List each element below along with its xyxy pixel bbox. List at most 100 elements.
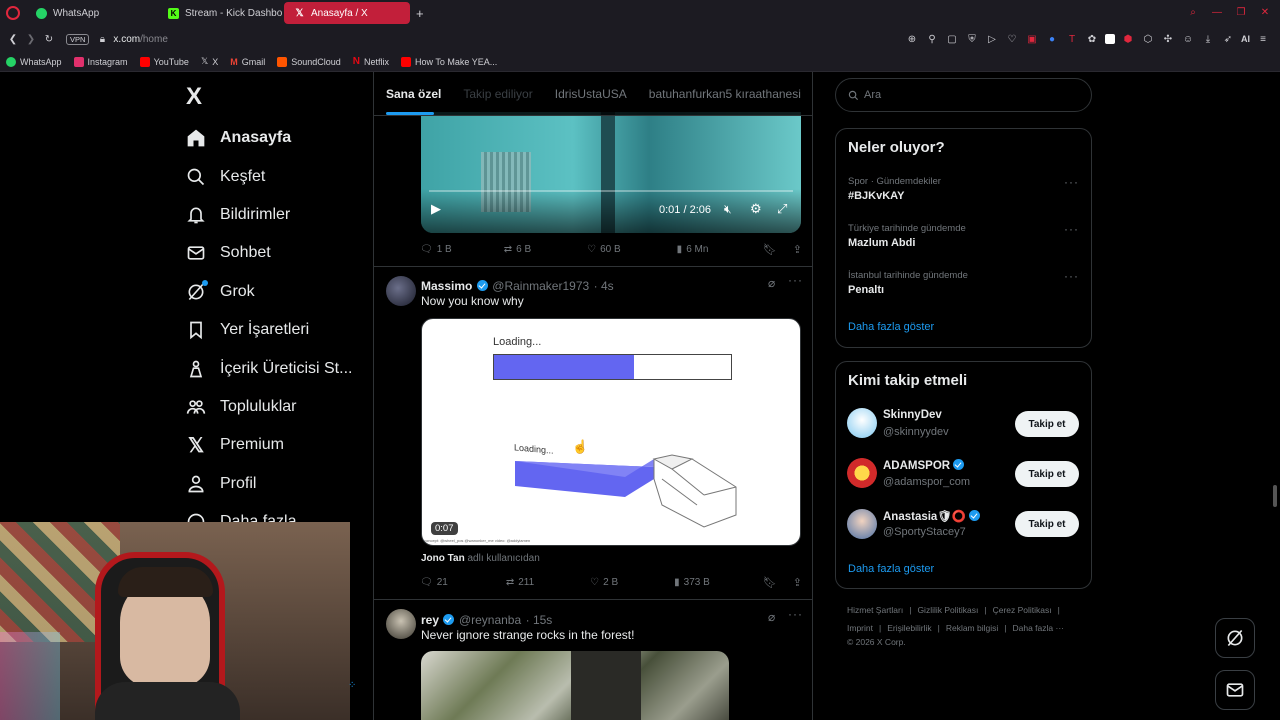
avatar[interactable] bbox=[847, 408, 877, 438]
tab-list-batuhan[interactable]: batuhanfurkan5 kıraathanesi bbox=[649, 87, 801, 101]
share-icon[interactable]: ⇪ bbox=[793, 243, 802, 256]
page-scrollbar[interactable] bbox=[1273, 485, 1277, 507]
grok-icon[interactable]: ⌀ bbox=[768, 276, 775, 290]
follow-button[interactable]: Takip et bbox=[1015, 511, 1079, 537]
forward-icon[interactable]: ❯ bbox=[24, 32, 38, 46]
avatar[interactable] bbox=[847, 509, 877, 539]
vpn-badge[interactable]: VPN bbox=[66, 33, 90, 45]
avatar[interactable] bbox=[386, 276, 416, 306]
suggestion-name[interactable]: SkinnyDev bbox=[883, 409, 942, 421]
tweet-rey[interactable]: rey @reynanba · 15s ⌀ ··· Never ignore s… bbox=[374, 600, 812, 720]
footer-link-accessibility[interactable]: Erişilebilirlik bbox=[887, 623, 931, 633]
bookmark-icon[interactable]: 🔖︎ bbox=[763, 576, 777, 589]
extension-ext-icon[interactable]: ⬡ bbox=[1141, 32, 1155, 46]
more-options-icon[interactable]: ··· bbox=[788, 607, 803, 621]
shield-icon[interactable]: ⛨ bbox=[965, 32, 979, 46]
tab-x-home[interactable]: 𝕏 Anasayfa / X bbox=[284, 2, 410, 24]
search-input[interactable]: Ara bbox=[864, 89, 881, 101]
footer-link-imprint[interactable]: Imprint bbox=[847, 623, 873, 633]
tweet-time[interactable]: · 4s bbox=[594, 279, 614, 293]
nav-creator-studio[interactable]: İçerik Üreticisi St... bbox=[185, 349, 365, 387]
share-icon[interactable]: ⇪ bbox=[793, 576, 802, 589]
views-button[interactable]: ▮ 6 Mn bbox=[677, 244, 709, 255]
nav-bookmarks[interactable]: Yer İşaretleri bbox=[185, 311, 365, 349]
snapshot-icon[interactable]: ▢ bbox=[945, 32, 959, 46]
extension-tp-icon[interactable]: T bbox=[1065, 32, 1079, 46]
follow-button[interactable]: Takip et bbox=[1015, 461, 1079, 487]
x-logo[interactable]: X bbox=[186, 83, 202, 111]
grok-float-button[interactable] bbox=[1215, 618, 1255, 658]
nav-home[interactable]: Anasayfa bbox=[185, 119, 365, 157]
ai-button[interactable]: AI bbox=[1241, 34, 1250, 44]
minimize-icon[interactable]: — bbox=[1210, 5, 1224, 19]
account-icon[interactable]: ☺ bbox=[1181, 32, 1195, 46]
suggestion-name[interactable]: Anastasia🛡⭕ bbox=[883, 509, 981, 523]
extension-blue-icon[interactable]: ● bbox=[1045, 32, 1059, 46]
play-icon[interactable]: ▷ bbox=[985, 32, 999, 46]
video-player[interactable]: ▶ 0:01 / 2:06 🔇︎ ⚙ ⤢ bbox=[421, 112, 801, 233]
footer-link-terms[interactable]: Hizmet Şartları bbox=[847, 605, 903, 615]
close-icon[interactable]: ✕ bbox=[1258, 5, 1272, 19]
bookmark-youtube-video[interactable]: How To Make YEA... bbox=[401, 56, 497, 67]
fullscreen-icon[interactable]: ⤢ bbox=[777, 201, 787, 217]
like-button[interactable]: ♡ 2 B bbox=[590, 577, 618, 588]
repost-button[interactable]: ⇄ 6 B bbox=[504, 244, 531, 255]
maximize-icon[interactable]: ❐ bbox=[1234, 5, 1248, 19]
repost-button[interactable]: ⇄ 211 bbox=[506, 577, 534, 588]
url-field[interactable]: x.com/home bbox=[113, 34, 167, 45]
tab-whatsapp[interactable]: WhatsApp bbox=[26, 2, 156, 24]
tweet-media[interactable]: Loading... Loading... ☝ concept: @wheel_… bbox=[421, 318, 801, 546]
tab-kick[interactable]: K Stream - Kick Dashboard bbox=[158, 2, 282, 24]
views-button[interactable]: ▮ 373 B bbox=[674, 577, 710, 588]
tweet-massimo[interactable]: Massimo @Rainmaker1973 · 4s ⌀ ··· Now yo… bbox=[374, 267, 812, 600]
opera-logo-icon[interactable] bbox=[6, 6, 20, 20]
new-tab-button[interactable]: + bbox=[416, 6, 424, 21]
zoom-icon[interactable]: ⊕ bbox=[905, 32, 919, 46]
tab-for-you[interactable]: Sana özel bbox=[386, 87, 441, 101]
menu-icon[interactable]: ≡ bbox=[1256, 32, 1270, 46]
more-options-icon[interactable]: ··· bbox=[1064, 269, 1079, 283]
bookmark-whatsapp[interactable]: WhatsApp bbox=[6, 56, 62, 67]
tweet-time[interactable]: · 15s bbox=[526, 613, 553, 627]
nav-grok[interactable]: Grok bbox=[185, 273, 365, 311]
attribution-name[interactable]: Jono Tan bbox=[421, 553, 465, 564]
bookmark-netflix[interactable]: N Netflix bbox=[353, 56, 389, 67]
like-button[interactable]: ♡ 60 B bbox=[587, 244, 621, 255]
messages-float-button[interactable] bbox=[1215, 670, 1255, 710]
tweet-media[interactable] bbox=[421, 651, 729, 720]
more-options-icon[interactable]: ··· bbox=[1064, 175, 1079, 189]
extension-abp-icon[interactable]: ⬢ bbox=[1121, 32, 1135, 46]
nav-notifications[interactable]: Bildirimler bbox=[185, 196, 365, 234]
settings-icon[interactable]: ⚙ bbox=[750, 201, 762, 217]
extension-owl-icon[interactable]: ✿ bbox=[1085, 32, 1099, 46]
back-icon[interactable]: ❮ bbox=[6, 32, 20, 46]
nav-communities[interactable]: Topluluklar bbox=[185, 388, 365, 426]
footer-link-cookies[interactable]: Çerez Politikası bbox=[993, 605, 1052, 615]
search-tabs-icon[interactable]: ⌕ bbox=[1186, 5, 1200, 19]
who-to-follow-show-more-link[interactable]: Daha fazla göster bbox=[848, 563, 934, 575]
bookmark-icon[interactable]: 🔖︎ bbox=[763, 243, 777, 256]
trends-show-more-link[interactable]: Daha fazla göster bbox=[848, 321, 934, 333]
heart-icon[interactable]: ♡ bbox=[1005, 32, 1019, 46]
author-name[interactable]: Massimo bbox=[421, 279, 472, 293]
author-handle[interactable]: @reynanba bbox=[459, 613, 521, 627]
nav-explore[interactable]: Keşfet bbox=[185, 157, 365, 195]
extensions-icon[interactable]: ✣ bbox=[1161, 32, 1175, 46]
reply-button[interactable]: 🗨︎ 21 bbox=[420, 577, 448, 588]
suggestion-name[interactable]: ADAMSPOR bbox=[883, 459, 965, 472]
footer-link-ads[interactable]: Reklam bilgisi bbox=[946, 623, 998, 633]
send-icon[interactable]: ➶ bbox=[1221, 32, 1235, 46]
bookmark-soundcloud[interactable]: SoundCloud bbox=[277, 56, 341, 67]
download-icon[interactable]: ⤓ bbox=[1201, 32, 1215, 46]
author-name[interactable]: rey bbox=[421, 613, 439, 627]
nav-premium[interactable]: 𝕏 Premium bbox=[185, 426, 365, 464]
bookmark-x[interactable]: 𝕏 X bbox=[201, 56, 218, 67]
reload-icon[interactable]: ↻ bbox=[42, 32, 56, 46]
reply-button[interactable]: 🗨︎ 1 B bbox=[420, 244, 452, 255]
search-box[interactable]: Ara bbox=[835, 78, 1092, 112]
author-handle[interactable]: @Rainmaker1973 bbox=[492, 279, 589, 293]
video-progress-track[interactable] bbox=[429, 190, 793, 192]
extension-white-icon[interactable] bbox=[1105, 34, 1115, 44]
pin-icon[interactable]: ⚲ bbox=[925, 32, 939, 46]
avatar[interactable] bbox=[847, 458, 877, 488]
